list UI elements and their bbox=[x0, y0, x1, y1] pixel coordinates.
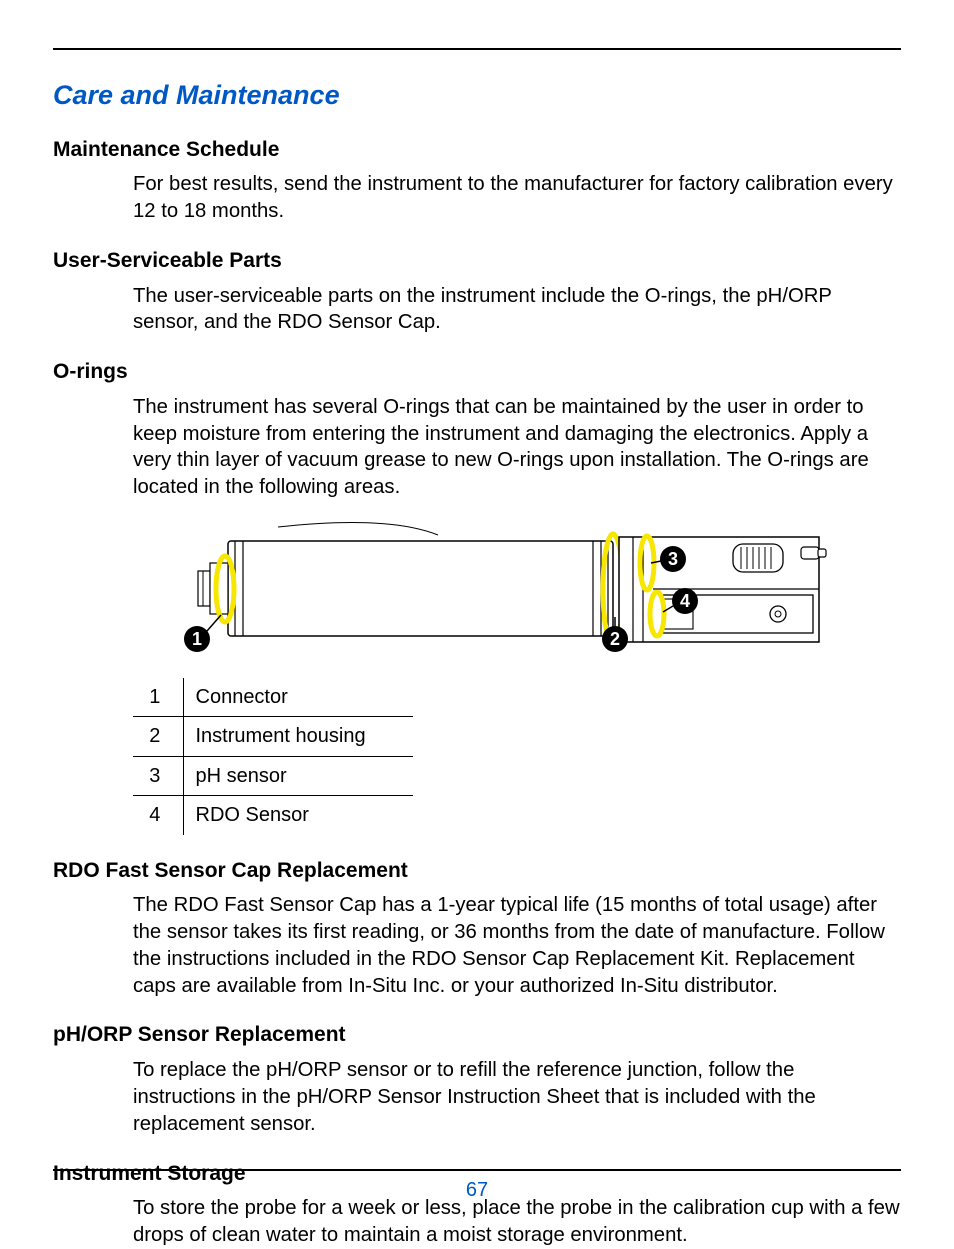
top-rule bbox=[53, 48, 901, 50]
heading-maintenance-schedule: Maintenance Schedule bbox=[53, 136, 901, 164]
content-area: Care and Maintenance Maintenance Schedul… bbox=[53, 70, 901, 1249]
page: Care and Maintenance Maintenance Schedul… bbox=[0, 0, 954, 1235]
page-number: 67 bbox=[0, 1177, 954, 1203]
callout-3: 3 bbox=[668, 549, 678, 569]
legend-label-4: RDO Sensor bbox=[183, 796, 413, 835]
heading-o-rings: O-rings bbox=[53, 358, 901, 386]
o-ring-legend-table: 1 Connector 2 Instrument housing 3 pH se… bbox=[133, 678, 413, 835]
para-rdo-fast-sensor-cap-replacement: The RDO Fast Sensor Cap has a 1-year typ… bbox=[133, 892, 901, 999]
para-user-serviceable-parts: The user-serviceable parts on the instru… bbox=[133, 283, 901, 337]
para-maintenance-schedule: For best results, send the instrument to… bbox=[133, 171, 901, 225]
heading-care-and-maintenance: Care and Maintenance bbox=[53, 78, 901, 114]
legend-num-3: 3 bbox=[133, 756, 183, 795]
callout-1: 1 bbox=[192, 629, 202, 649]
legend-num-4: 4 bbox=[133, 796, 183, 835]
heading-ph-orp-sensor-replacement: pH/ORP Sensor Replacement bbox=[53, 1021, 901, 1049]
callout-2: 2 bbox=[610, 629, 620, 649]
callout-4: 4 bbox=[680, 591, 690, 611]
para-instrument-storage: To store the probe for a week or less, p… bbox=[133, 1195, 901, 1249]
table-row: 1 Connector bbox=[133, 678, 413, 717]
table-row: 3 pH sensor bbox=[133, 756, 413, 795]
legend-label-1: Connector bbox=[183, 678, 413, 717]
table-row: 4 RDO Sensor bbox=[133, 796, 413, 835]
legend-num-2: 2 bbox=[133, 717, 183, 756]
para-o-rings: The instrument has several O-rings that … bbox=[133, 394, 901, 501]
heading-user-serviceable-parts: User-Serviceable Parts bbox=[53, 247, 901, 275]
legend-label-2: Instrument housing bbox=[183, 717, 413, 756]
heading-rdo-fast-sensor-cap-replacement: RDO Fast Sensor Cap Replacement bbox=[53, 857, 901, 885]
bottom-rule bbox=[53, 1169, 901, 1171]
table-row: 2 Instrument housing bbox=[133, 717, 413, 756]
legend-label-3: pH sensor bbox=[183, 756, 413, 795]
para-ph-orp-sensor-replacement: To replace the pH/ORP sensor or to refil… bbox=[133, 1057, 901, 1137]
o-ring-diagram: 1 2 3 4 bbox=[133, 519, 833, 664]
legend-num-1: 1 bbox=[133, 678, 183, 717]
